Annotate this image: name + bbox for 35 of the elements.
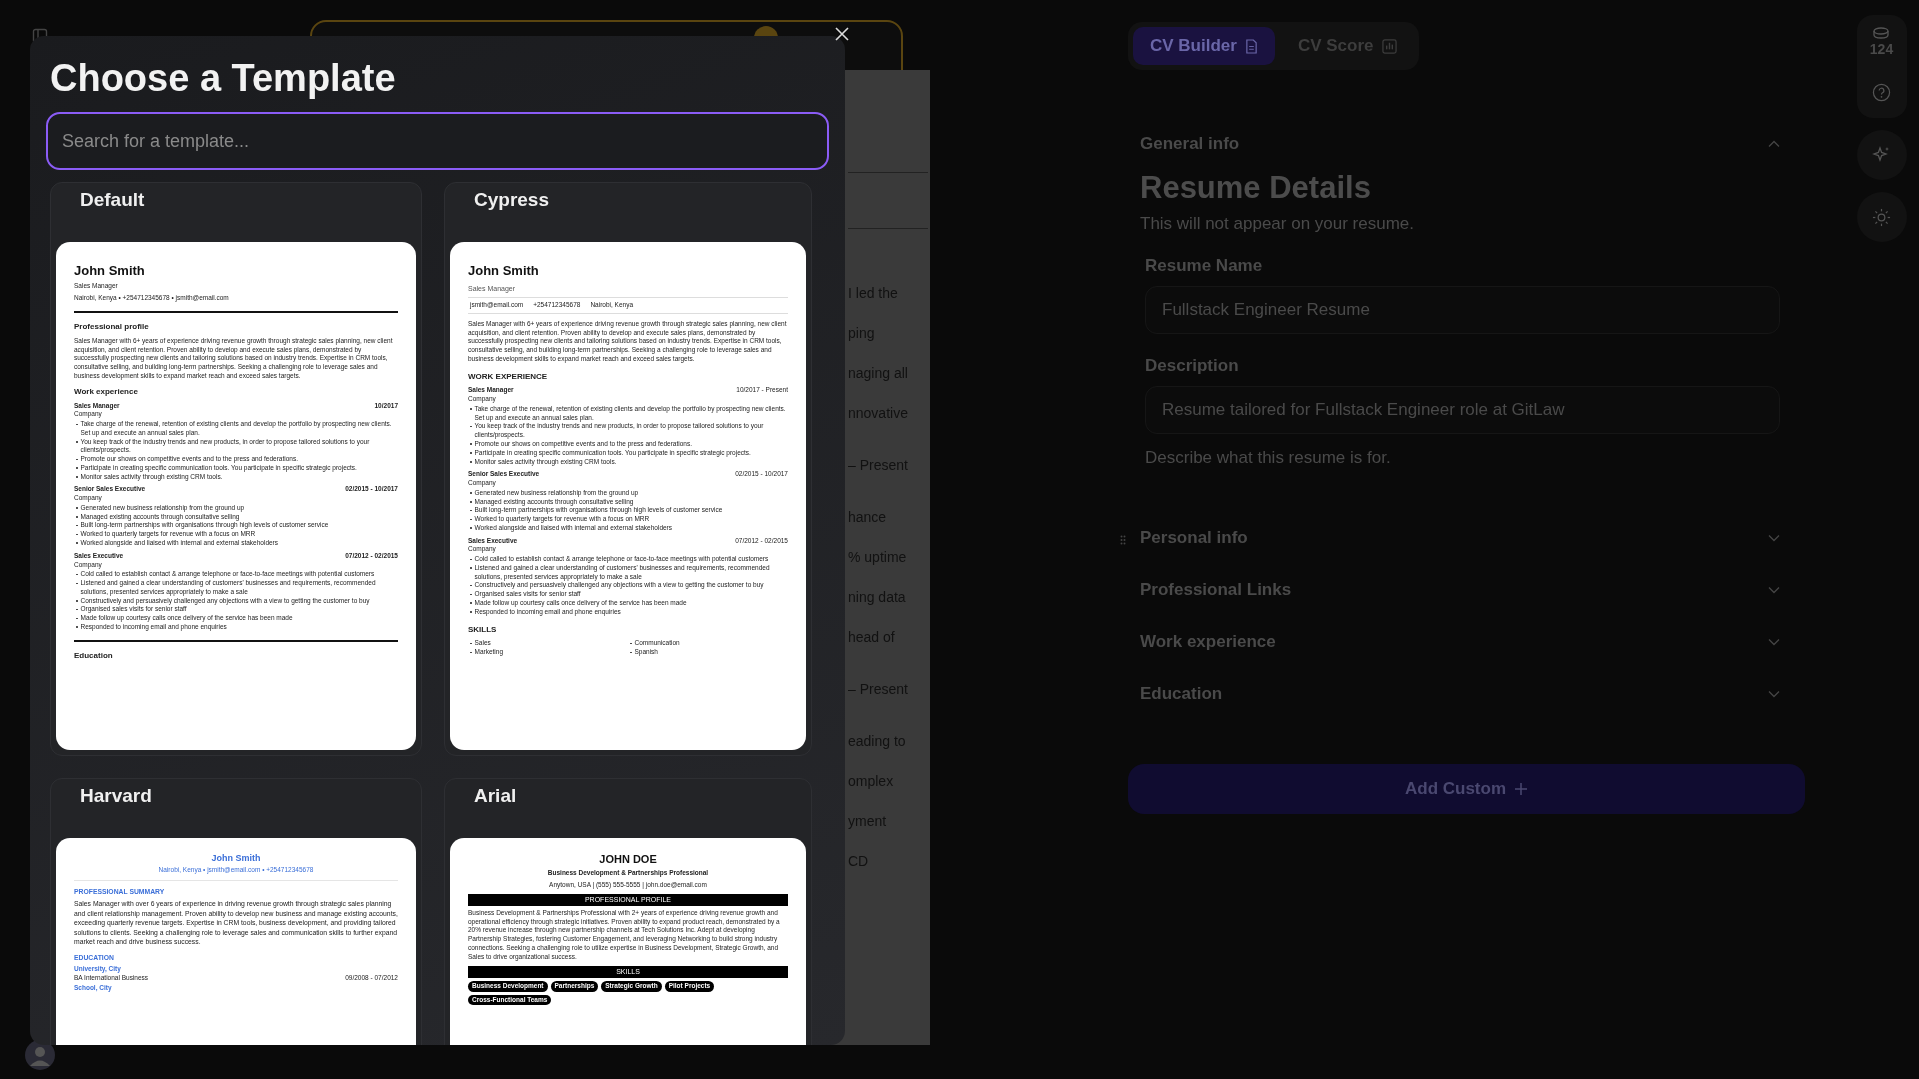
field-label: Resume Name: [1145, 256, 1264, 276]
resume-section-heading: SKILLS: [468, 624, 498, 636]
dialog-title: Choose a Template: [50, 56, 397, 100]
close-icon: [835, 27, 849, 41]
field-label: Description: [1145, 356, 1240, 376]
section-subtitle: This will not appear on your resume.: [1140, 214, 1416, 234]
search-field[interactable]: Search for a template...: [46, 112, 829, 170]
drag-handle-icon[interactable]: [1120, 535, 1126, 545]
resume-name: John Smith: [468, 262, 540, 280]
field-hint: Describe what this resume is for.: [1145, 448, 1392, 468]
resume-name: John Smith: [210, 852, 262, 865]
sun-icon: [1872, 207, 1891, 227]
chevron-icon: [1768, 140, 1780, 148]
chevron-icon: [1768, 638, 1780, 646]
resume-name: John Smith: [74, 262, 146, 280]
resume-section-heading: Work experience: [74, 386, 139, 398]
chevron-icon: [1768, 534, 1780, 542]
add-custom-button[interactable]: Add Custom: [1128, 764, 1805, 814]
document-icon: [1244, 38, 1258, 54]
section-heading: Resume Details: [1140, 170, 1372, 206]
help-icon[interactable]: [1872, 83, 1891, 102]
chevron-icon: [1768, 586, 1780, 594]
tab[interactable]: CV Builder: [1133, 27, 1275, 65]
resume-name: JOHN DOE: [598, 852, 658, 867]
text-field[interactable]: Resume tailored for Fullstack Engineer role at GitLaw: [1145, 386, 1780, 434]
text-field[interactable]: Fullstack Engineer Resume: [1145, 286, 1780, 334]
resume-section-heading: Education: [74, 650, 114, 662]
credits-button[interactable]: 124: [1869, 27, 1894, 57]
section-header[interactable]: General info: [1140, 128, 1780, 160]
plus-icon: [1514, 782, 1528, 796]
bar-chart-icon: [1381, 38, 1397, 54]
resume-section-heading: Professional profile: [74, 322, 150, 333]
chevron-icon: [1768, 690, 1780, 698]
coin-stack-icon: [1872, 27, 1891, 39]
resume-section-heading: WORK EXPERIENCE: [468, 371, 549, 383]
